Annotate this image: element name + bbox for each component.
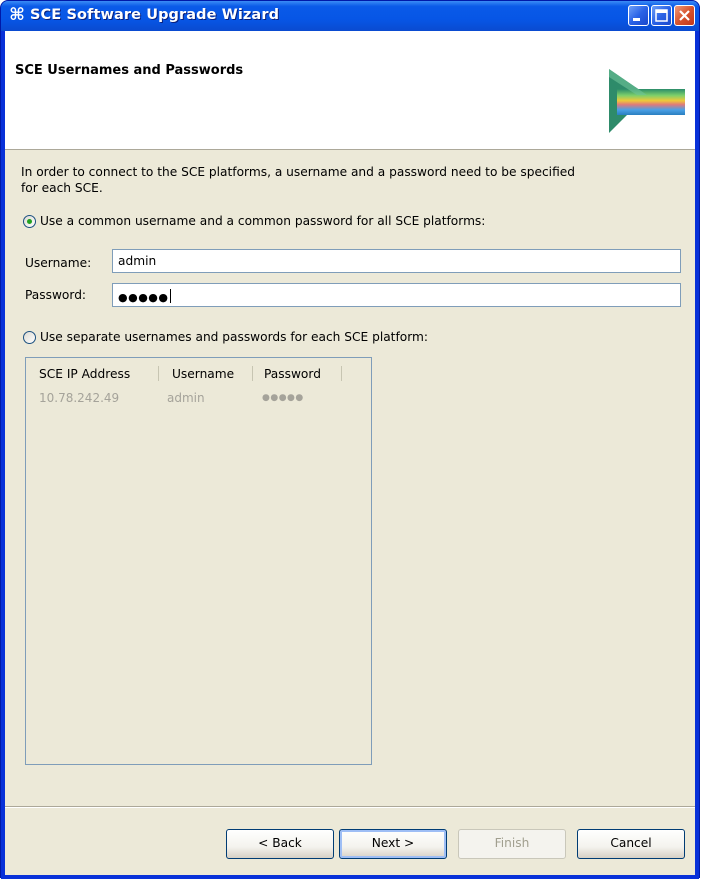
table-header: SCE IP Address Username Password: [26, 358, 371, 386]
window-title: SCE Software Upgrade Wizard: [30, 7, 280, 23]
password-label: Password:: [25, 288, 87, 302]
cell-ip: 10.78.242.49: [39, 391, 120, 405]
password-input[interactable]: ●●●●●: [112, 283, 681, 307]
cancel-button[interactable]: Cancel: [577, 829, 685, 859]
intro-text-line2: for each SCE.: [21, 181, 103, 195]
title-bar[interactable]: ⌘ SCE Software Upgrade Wizard: [1, 1, 699, 31]
minimize-icon: [633, 18, 640, 21]
intro-text-line1: In order to connect to the SCE platforms…: [21, 165, 575, 179]
maximize-button[interactable]: [651, 5, 672, 26]
column-divider[interactable]: [341, 366, 342, 381]
username-value: admin: [118, 254, 157, 268]
window-border-right: [695, 31, 699, 879]
wizard-header: SCE Usernames and Passwords: [5, 31, 695, 150]
username-input[interactable]: admin: [112, 249, 681, 273]
separate-credentials-label[interactable]: Use separate usernames and passwords for…: [40, 330, 428, 344]
column-header-ip[interactable]: SCE IP Address: [39, 358, 130, 386]
column-header-password[interactable]: Password: [264, 358, 321, 386]
password-value: ●●●●●: [118, 291, 169, 304]
footer-divider-highlight: [5, 807, 695, 808]
common-credentials-label[interactable]: Use a common username and a common passw…: [40, 214, 485, 228]
close-button[interactable]: [674, 5, 695, 26]
page-title: SCE Usernames and Passwords: [15, 63, 244, 78]
close-icon: [679, 10, 690, 21]
common-credentials-radio[interactable]: [23, 215, 36, 228]
back-button[interactable]: < Back: [226, 829, 334, 859]
window-border-bottom: [1, 875, 699, 879]
wizard-window: ⌘ SCE Software Upgrade Wizard SCE Userna…: [0, 0, 700, 879]
finish-button[interactable]: Finish: [458, 829, 566, 859]
window-border-left: [1, 31, 5, 879]
next-button[interactable]: Next >: [339, 829, 447, 859]
minimize-button[interactable]: [628, 5, 649, 26]
cisco-wizard-icon: ⌘: [9, 5, 25, 25]
wizard-body: SCE Usernames and Passwords In order to …: [5, 31, 695, 875]
wizard-banner-icon: [609, 69, 685, 133]
radio-selected-dot: [27, 219, 32, 224]
maximize-icon: [655, 9, 668, 22]
cell-password: ●●●●●: [262, 393, 304, 403]
text-caret: [169, 289, 171, 303]
sce-credentials-table[interactable]: SCE IP Address Username Password 10.78.2…: [25, 357, 372, 765]
column-divider[interactable]: [252, 366, 253, 381]
column-header-username[interactable]: Username: [172, 358, 234, 386]
cell-username: admin: [167, 391, 205, 405]
column-divider[interactable]: [158, 366, 159, 381]
separate-credentials-radio[interactable]: [23, 331, 36, 344]
username-label: Username:: [25, 256, 92, 270]
